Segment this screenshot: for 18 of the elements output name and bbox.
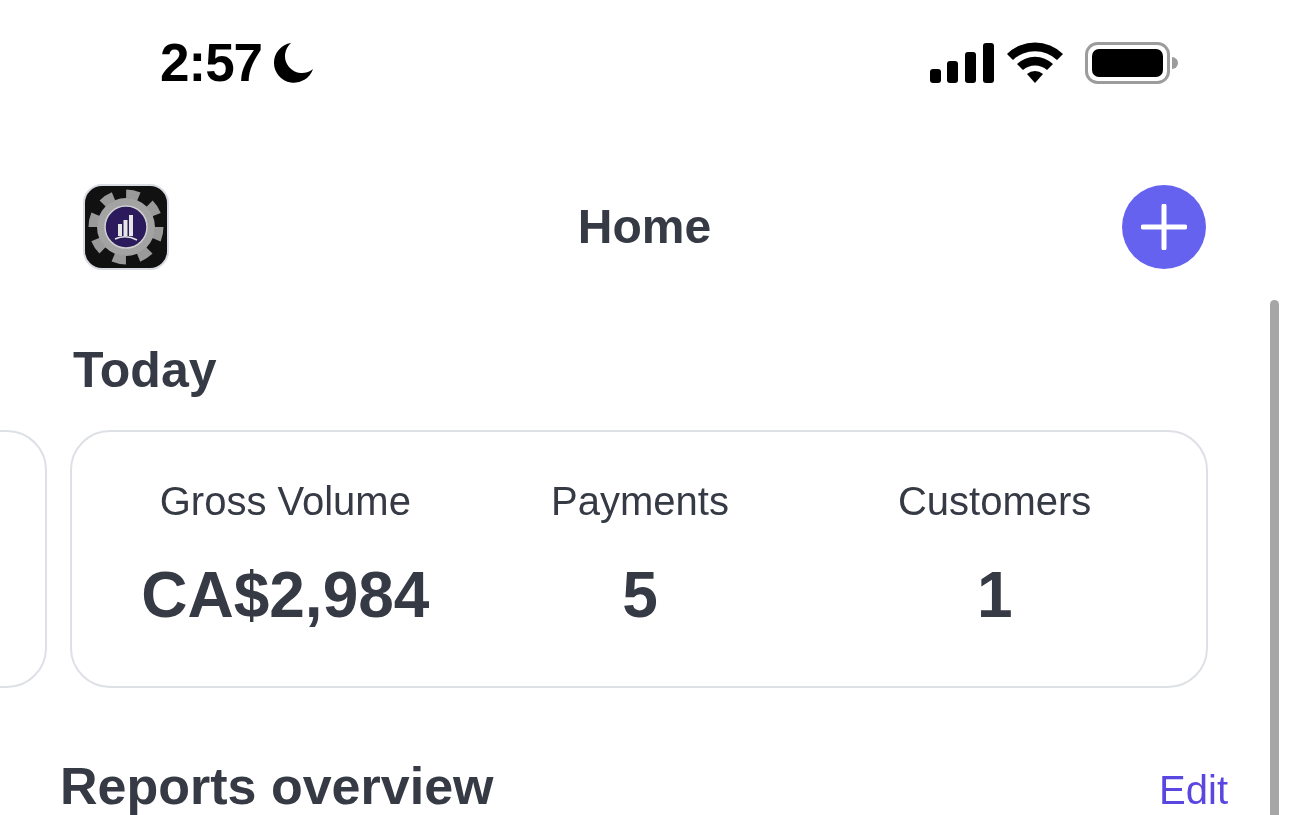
- metric-value: 1: [976, 558, 1013, 633]
- metric-label: Payments: [551, 478, 729, 525]
- metric-label: Gross Volume: [159, 478, 411, 525]
- edit-link[interactable]: Edit: [1159, 766, 1228, 814]
- section-heading: Reports overview: [60, 758, 494, 814]
- metric-label: Customers: [898, 478, 1092, 525]
- plus-icon: [1141, 204, 1187, 250]
- scrollbar[interactable]: [1270, 300, 1279, 815]
- signal-icon: [930, 43, 994, 83]
- metric-value: CA$2,984: [141, 558, 430, 633]
- status-time: 2:57: [160, 35, 263, 91]
- metrics-card[interactable]: Gross Volume CA$2,984 Payments 5 Customers 1: [70, 430, 1208, 688]
- battery-icon: [1085, 42, 1178, 84]
- wifi-icon: [1006, 42, 1064, 84]
- page-title: Home: [577, 199, 712, 255]
- section-heading: Today: [73, 341, 217, 400]
- gear-logo-icon[interactable]: [83, 184, 169, 270]
- metric-value: 5: [622, 558, 658, 633]
